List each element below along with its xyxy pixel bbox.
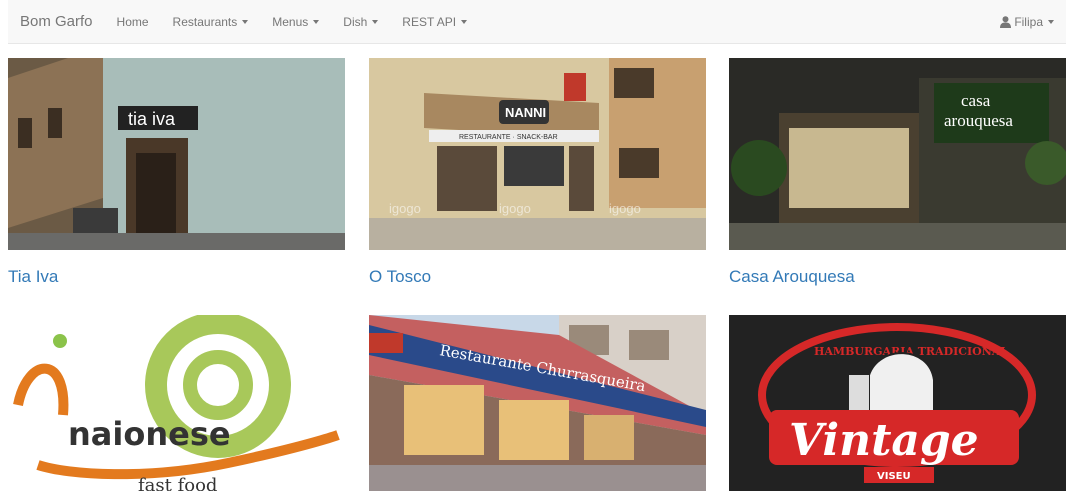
restaurant-sign-text: tia iva	[128, 109, 176, 129]
restaurant-photo[interactable]: Restaurante Churrasqueira	[369, 315, 706, 491]
caret-down-icon	[461, 19, 468, 24]
watermark-text: igogo	[609, 201, 641, 216]
restaurant-photo[interactable]: naionese fast food	[8, 315, 345, 491]
watermark-text: igogo	[499, 201, 531, 216]
restaurant-name-link[interactable]: Tia Iva	[8, 267, 345, 287]
nav-menus-label: Menus	[272, 14, 309, 29]
logo-subtext: fast food	[138, 475, 217, 491]
brand-link[interactable]: Bom Garfo	[8, 13, 105, 30]
restaurant-card[interactable]: NANNI RESTAURANTE · SNACK-BAR igogo igog…	[369, 58, 706, 287]
nav-rest-api-label: REST API	[402, 14, 457, 29]
restaurant-sign-text: casa	[961, 91, 991, 110]
restaurant-card[interactable]: HAMBURGARIA TRADICIONAL Vintage VISEU	[729, 315, 1066, 491]
navbar: Bom Garfo Home Restaurants Menus Dish RE…	[8, 0, 1066, 44]
restaurant-sign-text: NANNI	[505, 105, 546, 120]
restaurant-card[interactable]: Restaurante Churrasqueira	[369, 315, 706, 491]
restaurant-sign-subtext: arouquesa	[944, 111, 1013, 130]
restaurant-card[interactable]: tia iva Tia Iva	[8, 58, 345, 287]
nav-home-label: Home	[116, 14, 149, 29]
restaurant-name-link[interactable]: O Tosco	[369, 267, 706, 287]
restaurant-sign-subtext: RESTAURANTE · SNACK-BAR	[459, 134, 558, 141]
caret-down-icon	[313, 19, 320, 24]
nav-restaurants-dropdown[interactable]: Restaurants	[161, 15, 261, 29]
logo-main-text: Vintage	[789, 415, 979, 466]
caret-down-icon	[1048, 19, 1054, 24]
logo-text: naionese	[68, 415, 231, 453]
restaurant-name-link[interactable]: Casa Arouquesa	[729, 267, 1066, 287]
nav-home[interactable]: Home	[105, 15, 161, 29]
caret-down-icon	[242, 19, 249, 24]
nav-dish-label: Dish	[343, 14, 368, 29]
nav-dish-dropdown[interactable]: Dish	[331, 15, 390, 29]
restaurant-photo[interactable]: tia iva	[8, 58, 345, 250]
user-icon	[1000, 15, 1012, 28]
nav-restaurants-label: Restaurants	[172, 14, 238, 29]
nav-menus-dropdown[interactable]: Menus	[260, 15, 331, 29]
restaurant-card[interactable]: casa arouquesa Casa Arouquesa	[729, 58, 1066, 287]
restaurant-photo[interactable]: casa arouquesa	[729, 58, 1066, 250]
caret-down-icon	[372, 19, 379, 24]
watermark-text: igogo	[389, 201, 421, 216]
restaurant-photo[interactable]: HAMBURGARIA TRADICIONAL Vintage VISEU	[729, 315, 1066, 491]
logo-city-text: VISEU	[877, 471, 911, 482]
user-menu-dropdown[interactable]: Filipa	[988, 15, 1066, 29]
restaurant-photo[interactable]: NANNI RESTAURANTE · SNACK-BAR igogo igog…	[369, 58, 706, 250]
nav-rest-api-dropdown[interactable]: REST API	[390, 15, 479, 29]
user-name: Filipa	[1014, 14, 1043, 29]
restaurant-card[interactable]: naionese fast food	[8, 315, 345, 491]
